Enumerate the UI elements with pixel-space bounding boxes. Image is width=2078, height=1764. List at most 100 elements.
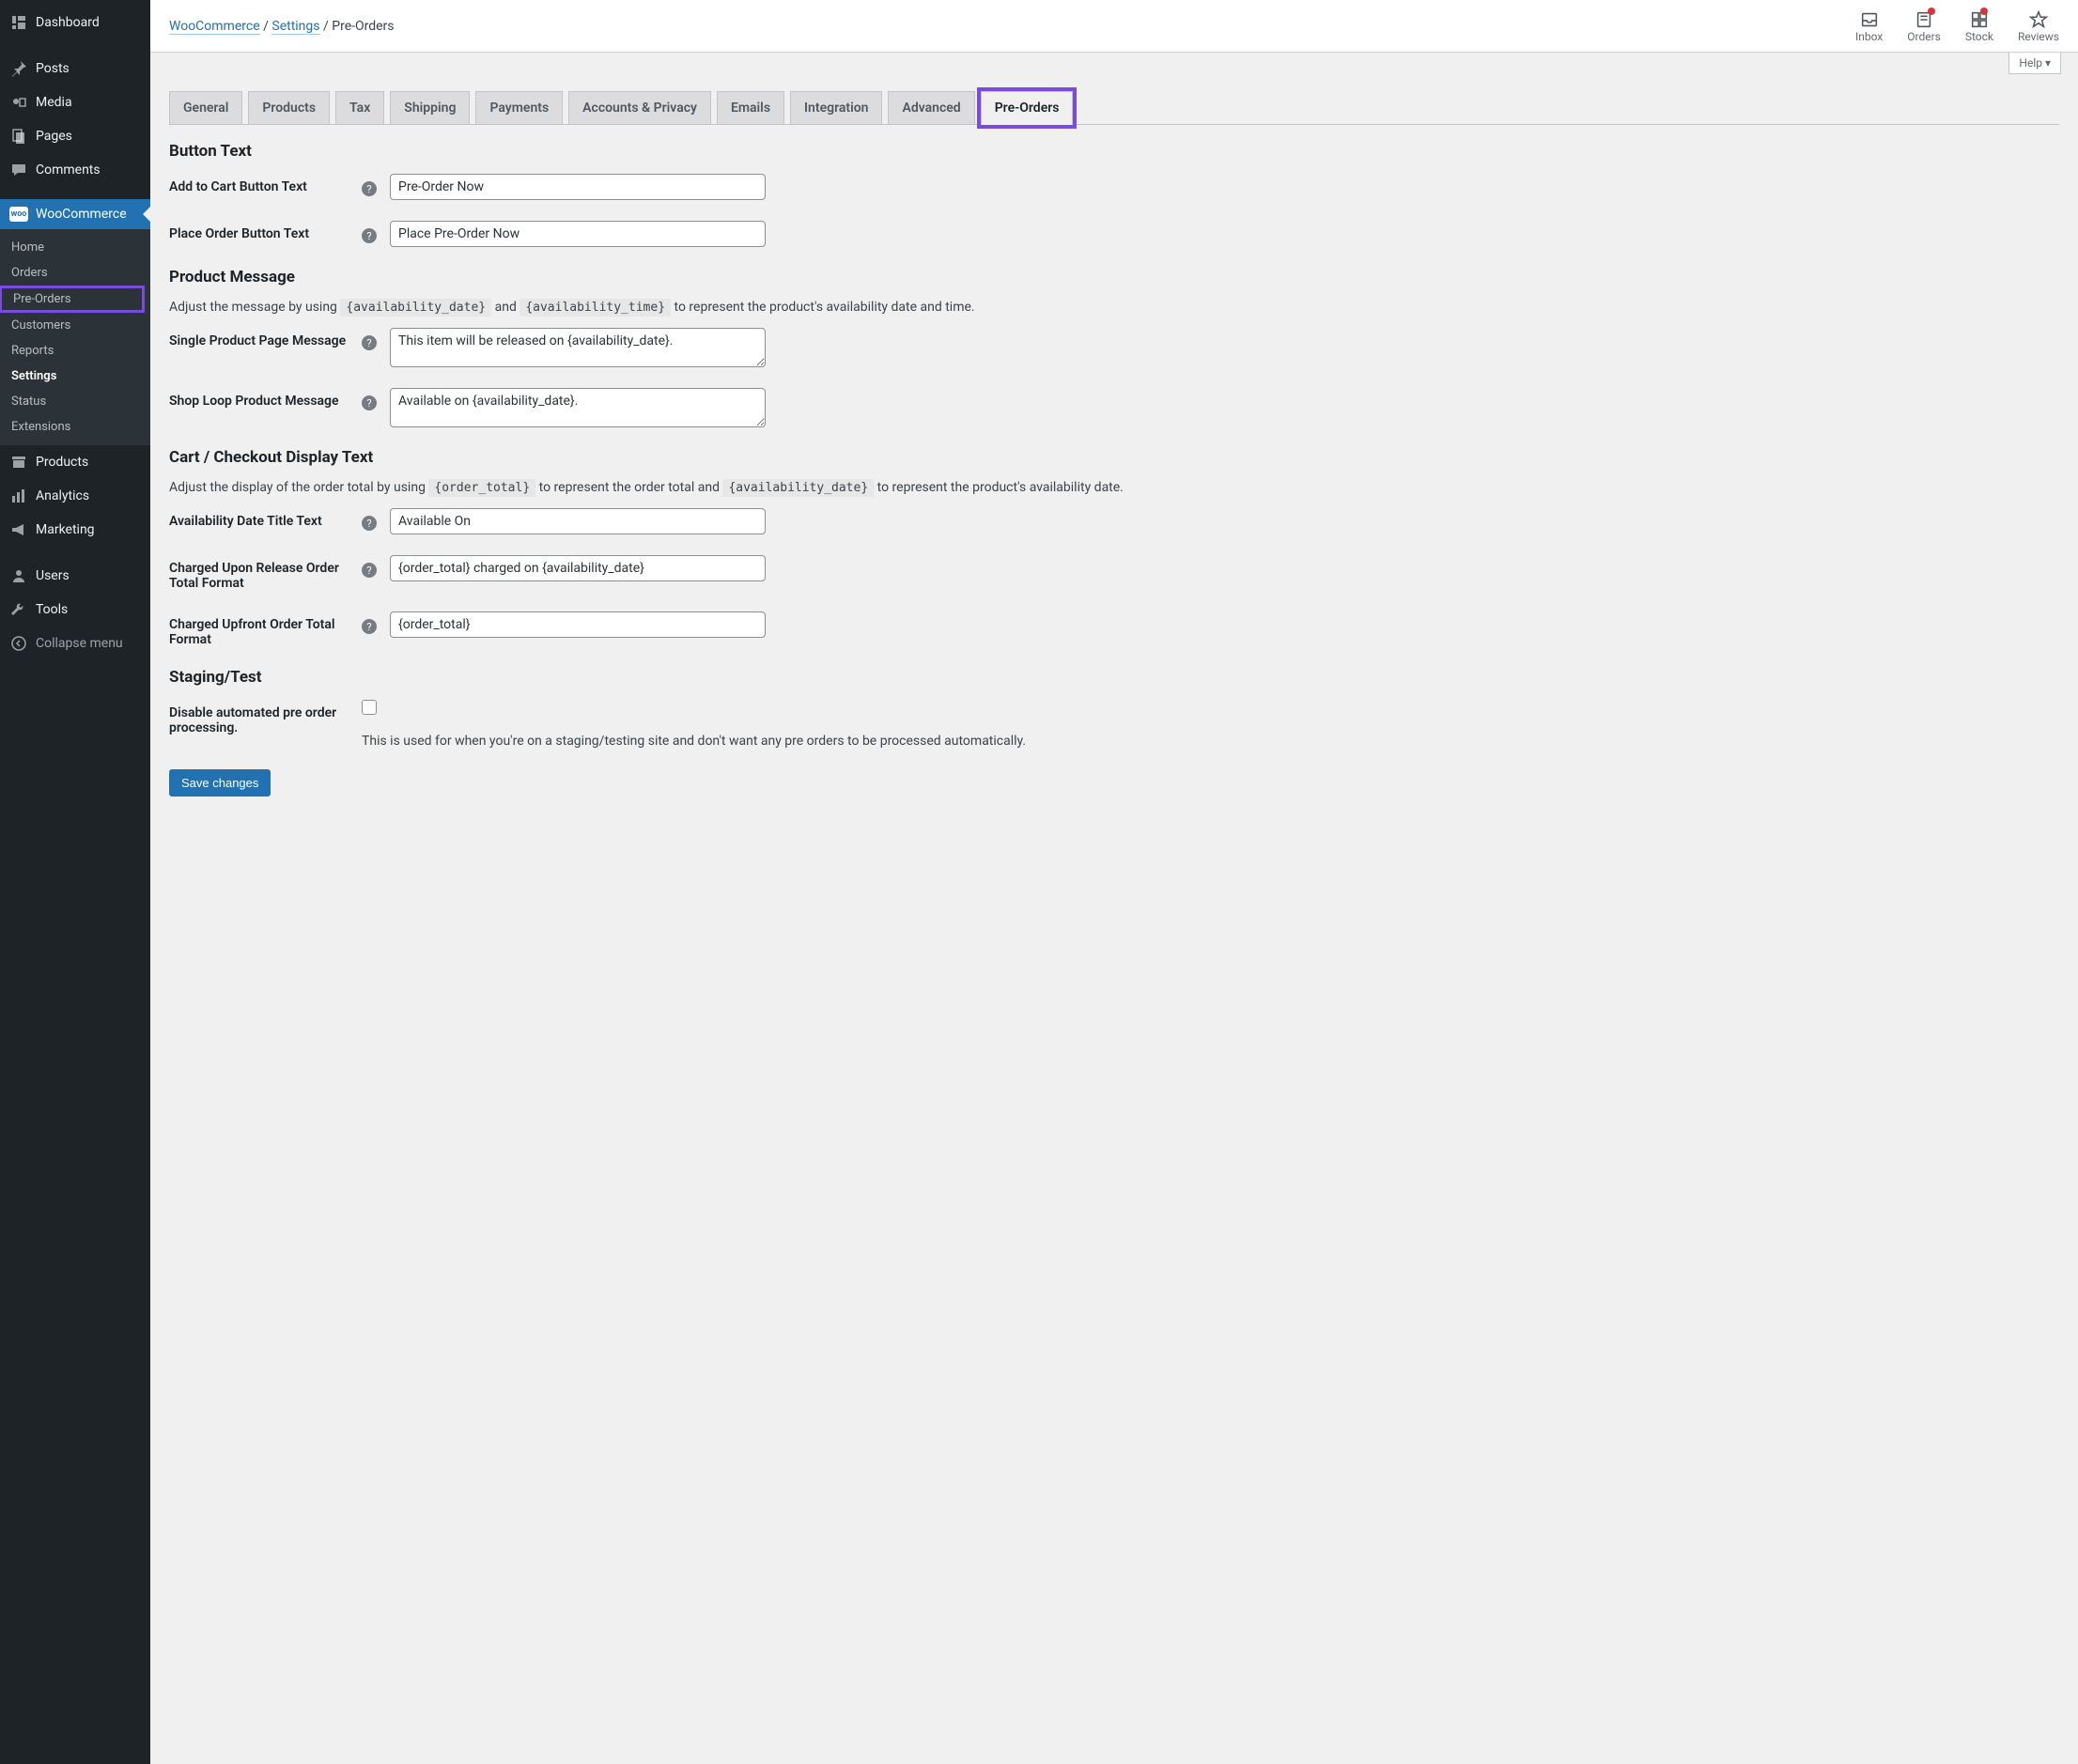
help-icon[interactable]: ?: [362, 563, 377, 578]
sidebar-item-marketing[interactable]: Marketing: [0, 513, 150, 547]
sidebar-item-label: Marketing: [36, 522, 95, 537]
submenu-item-customers[interactable]: Customers: [0, 313, 150, 338]
row-place-order: Place Order Button Text ?: [169, 221, 2059, 247]
topbar-label: Stock: [1965, 30, 1993, 43]
breadcrumb-woocommerce[interactable]: WooCommerce: [169, 19, 260, 35]
section-heading-product-message: Product Message: [169, 268, 2059, 286]
sidebar-item-comments[interactable]: Comments: [0, 153, 150, 187]
woocommerce-submenu: Home Orders Pre-Orders Customers Reports…: [0, 229, 150, 445]
help-icon[interactable]: ?: [362, 228, 377, 243]
label-single-product: Single Product Page Message: [169, 328, 362, 348]
megaphone-icon: [9, 520, 28, 539]
topbar-orders[interactable]: Orders: [1907, 9, 1941, 43]
tab-integration[interactable]: Integration: [790, 91, 882, 124]
tab-payments[interactable]: Payments: [475, 91, 563, 124]
topbar-reviews[interactable]: Reviews: [2018, 9, 2059, 43]
save-button[interactable]: Save changes: [169, 769, 271, 797]
submenu-item-pre-orders[interactable]: Pre-Orders: [0, 286, 145, 313]
tab-general[interactable]: General: [169, 91, 242, 124]
topbar-stock[interactable]: Stock: [1965, 9, 1993, 43]
helper-text-disable: This is used for when you're on a stagin…: [362, 734, 1026, 749]
help-icon[interactable]: ?: [362, 335, 377, 350]
sidebar-item-users[interactable]: Users: [0, 559, 150, 593]
breadcrumb-current: Pre-Orders: [332, 19, 394, 34]
breadcrumb: WooCommerce / Settings / Pre-Orders: [169, 19, 395, 34]
help-icon[interactable]: ?: [362, 395, 377, 410]
input-charged-upfront[interactable]: [390, 611, 766, 638]
pin-icon: [9, 59, 28, 78]
cart-desc: Adjust the display of the order total by…: [169, 480, 2059, 495]
tab-shipping[interactable]: Shipping: [390, 91, 470, 124]
breadcrumb-settings[interactable]: Settings: [271, 19, 319, 35]
submenu-item-home[interactable]: Home: [0, 235, 150, 260]
settings-content: General Products Tax Shipping Payments A…: [150, 74, 2078, 834]
submenu-item-settings[interactable]: Settings: [0, 364, 150, 389]
sidebar-item-collapse[interactable]: Collapse menu: [0, 627, 150, 660]
sidebar-item-media[interactable]: Media: [0, 85, 150, 119]
input-place-order[interactable]: [390, 221, 766, 247]
tab-pre-orders[interactable]: Pre-Orders: [981, 91, 1074, 125]
tab-accounts-privacy[interactable]: Accounts & Privacy: [568, 91, 711, 124]
collapse-icon: [9, 634, 28, 653]
topbar-label: Inbox: [1855, 30, 1883, 43]
sidebar-item-label: Collapse menu: [36, 636, 123, 651]
desc-text: Adjust the display of the order total by…: [169, 480, 428, 495]
dashboard-icon: [9, 13, 28, 32]
sidebar-item-posts[interactable]: Posts: [0, 52, 150, 85]
sidebar-item-label: Dashboard: [36, 15, 100, 30]
desc-text: Adjust the message by using: [169, 300, 340, 315]
sidebar-item-dashboard[interactable]: Dashboard: [0, 6, 150, 39]
row-disable-processing: Disable automated pre order processing. …: [169, 700, 2059, 749]
sidebar-item-pages[interactable]: Pages: [0, 119, 150, 153]
input-charged-release[interactable]: [390, 555, 766, 581]
tab-advanced[interactable]: Advanced: [888, 91, 974, 124]
desc-text: to represent the order total and: [539, 480, 723, 495]
code-tag: {availability_date}: [722, 479, 874, 497]
desc-text: to represent the product's availability …: [877, 480, 1124, 495]
sidebar-item-label: WooCommerce: [36, 207, 127, 222]
sidebar-item-label: Products: [36, 455, 88, 470]
pages-icon: [9, 127, 28, 146]
help-icon[interactable]: ?: [362, 181, 377, 196]
row-charged-upfront: Charged Upfront Order Total Format ?: [169, 611, 2059, 647]
label-disable-processing: Disable automated pre order processing.: [169, 700, 362, 735]
code-tag: {availability_time}: [520, 299, 671, 317]
section-heading-staging: Staging/Test: [169, 668, 2059, 687]
topbar-inbox[interactable]: Inbox: [1855, 9, 1883, 43]
settings-tabs: General Products Tax Shipping Payments A…: [169, 91, 2059, 125]
topbar-icons: Inbox Orders Stock Reviews: [1855, 9, 2059, 43]
checkbox-disable-processing[interactable]: [362, 700, 377, 715]
sidebar-item-tools[interactable]: Tools: [0, 593, 150, 627]
textarea-single-product[interactable]: This item will be released on {availabil…: [390, 328, 766, 367]
tab-products[interactable]: Products: [248, 91, 330, 124]
sidebar-item-label: Tools: [36, 602, 68, 617]
help-icon[interactable]: ?: [362, 619, 377, 634]
sidebar-item-woocommerce[interactable]: woo WooCommerce: [0, 199, 150, 229]
section-heading-cart: Cart / Checkout Display Text: [169, 448, 2059, 467]
sidebar-item-products[interactable]: Products: [0, 445, 150, 479]
label-add-to-cart: Add to Cart Button Text: [169, 174, 362, 194]
user-icon: [9, 566, 28, 585]
textarea-shop-loop[interactable]: Available on {availability_date}.: [390, 388, 766, 427]
submenu-item-extensions[interactable]: Extensions: [0, 414, 150, 440]
submenu-item-orders[interactable]: Orders: [0, 260, 150, 286]
topbar-label: Orders: [1907, 30, 1941, 43]
tab-tax[interactable]: Tax: [335, 91, 384, 124]
section-heading-button-text: Button Text: [169, 142, 2059, 161]
label-availability-title: Availability Date Title Text: [169, 508, 362, 529]
submenu-item-status[interactable]: Status: [0, 389, 150, 414]
row-availability-title: Availability Date Title Text ?: [169, 508, 2059, 534]
sidebar-item-analytics[interactable]: Analytics: [0, 479, 150, 513]
label-shop-loop: Shop Loop Product Message: [169, 388, 362, 409]
sidebar-item-label: Analytics: [36, 488, 89, 503]
breadcrumb-sep: /: [263, 19, 269, 34]
help-tab[interactable]: Help ▾: [2008, 53, 2061, 74]
main-content: WooCommerce / Settings / Pre-Orders Inbo…: [150, 0, 2078, 1764]
notification-dot-icon: [1928, 8, 1935, 15]
sidebar-item-label: Pages: [36, 129, 72, 144]
tab-emails[interactable]: Emails: [717, 91, 784, 124]
input-add-to-cart[interactable]: [390, 174, 766, 200]
input-availability-title[interactable]: [390, 508, 766, 534]
submenu-item-reports[interactable]: Reports: [0, 338, 150, 364]
help-icon[interactable]: ?: [362, 516, 377, 531]
